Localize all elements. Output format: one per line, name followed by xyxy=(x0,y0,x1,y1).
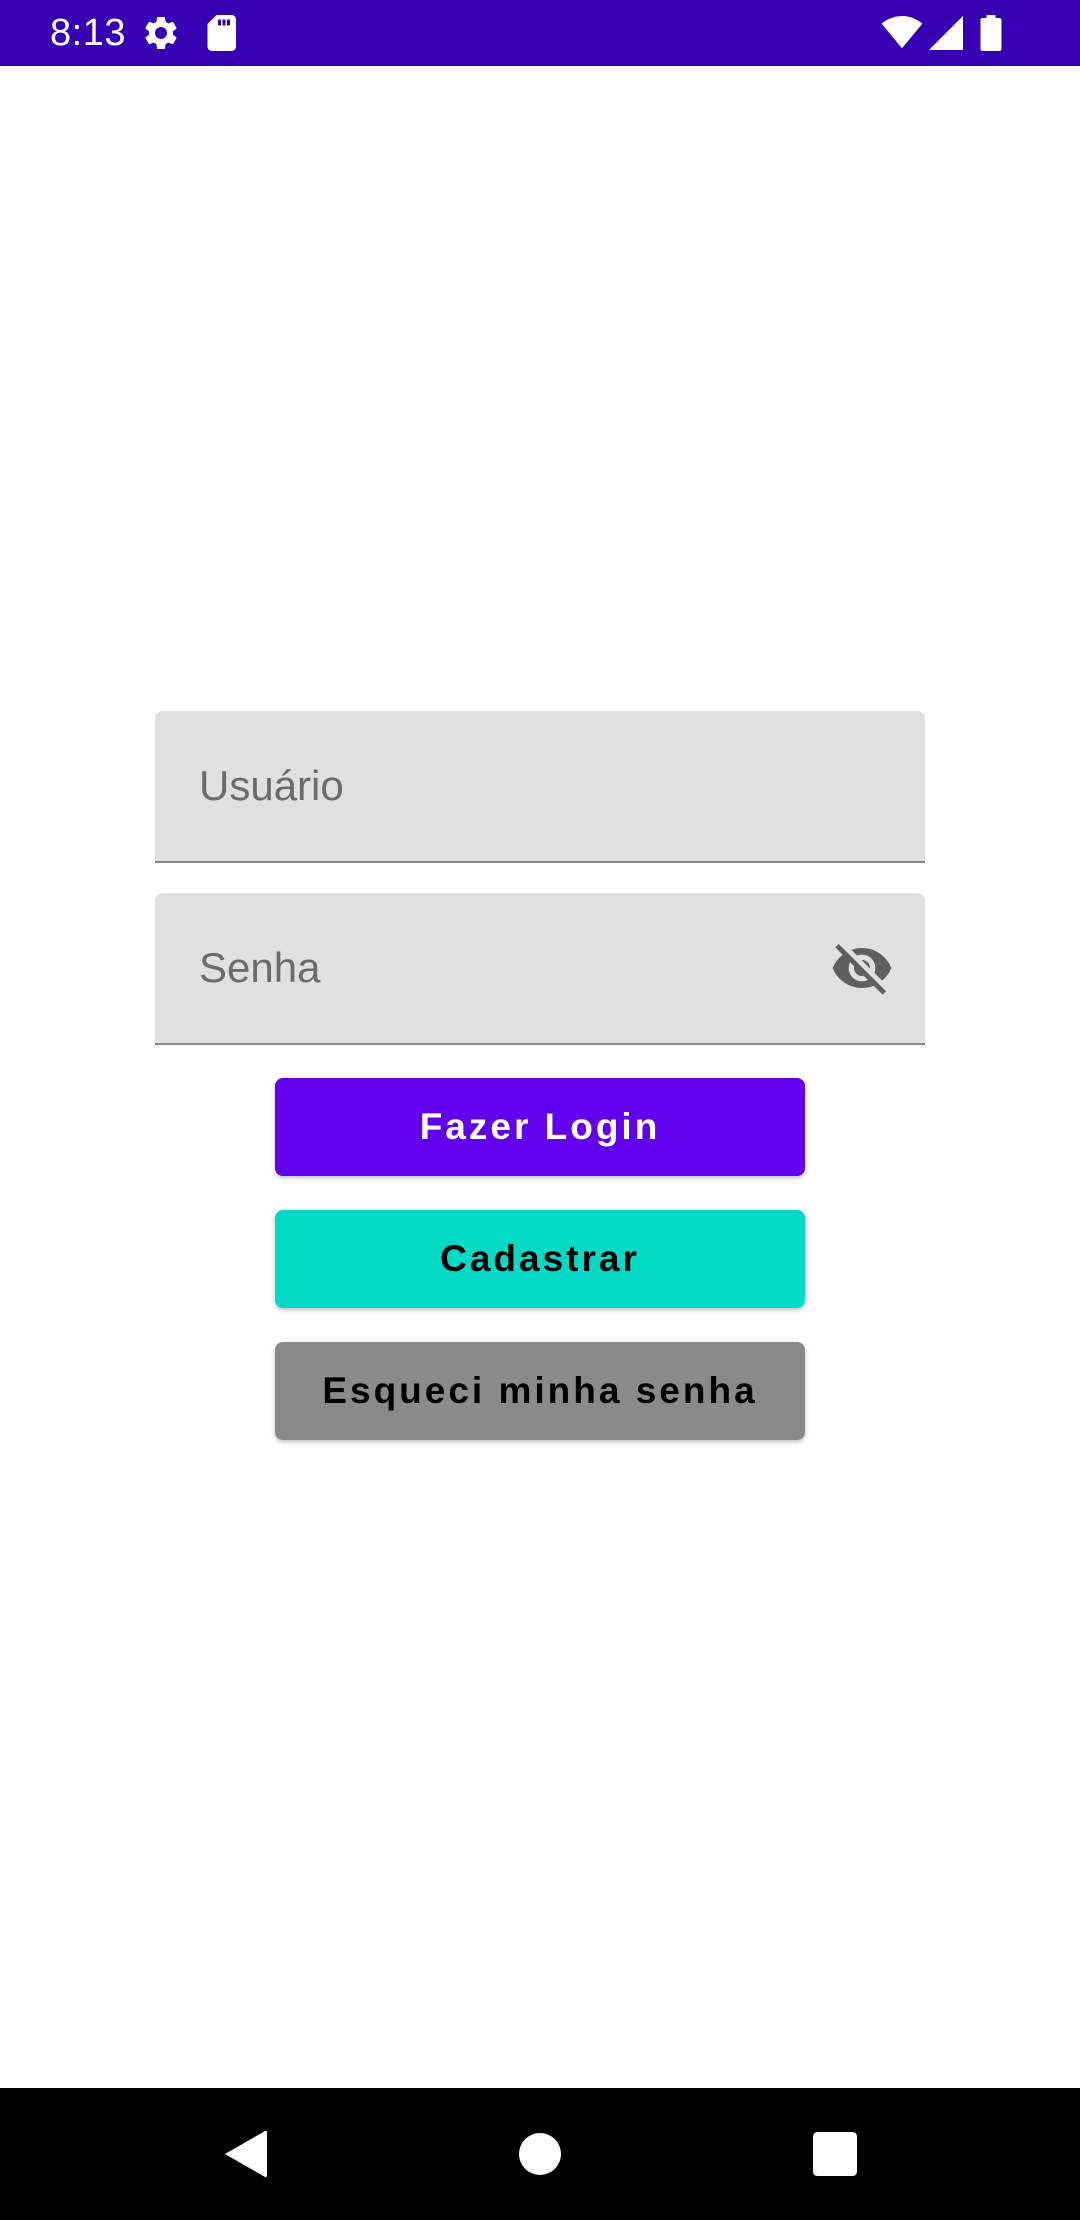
home-icon[interactable] xyxy=(500,2114,580,2194)
username-field[interactable]: Usuário xyxy=(155,711,925,863)
login-button[interactable]: Fazer Login xyxy=(275,1078,805,1176)
username-placeholder: Usuário xyxy=(199,762,344,809)
battery-icon xyxy=(976,0,1006,66)
status-time: 8:13 xyxy=(50,12,126,54)
navigation-bar xyxy=(0,2088,1080,2220)
settings-icon xyxy=(138,0,184,66)
password-field[interactable]: Senha xyxy=(155,893,925,1045)
password-placeholder: Senha xyxy=(199,944,321,991)
status-bar: 8:13 xyxy=(0,0,1080,66)
visibility-off-icon[interactable] xyxy=(829,935,895,1001)
login-screen: Usuário Senha Fazer Login Cadastrar Esqu… xyxy=(0,66,1080,2088)
sd-card-icon xyxy=(204,0,238,66)
recents-icon[interactable] xyxy=(795,2114,875,2194)
wifi-icon xyxy=(880,0,924,66)
forgot-password-button[interactable]: Esqueci minha senha xyxy=(275,1342,805,1440)
cellular-signal-icon xyxy=(926,0,966,66)
register-button[interactable]: Cadastrar xyxy=(275,1210,805,1308)
back-icon[interactable] xyxy=(205,2114,285,2194)
